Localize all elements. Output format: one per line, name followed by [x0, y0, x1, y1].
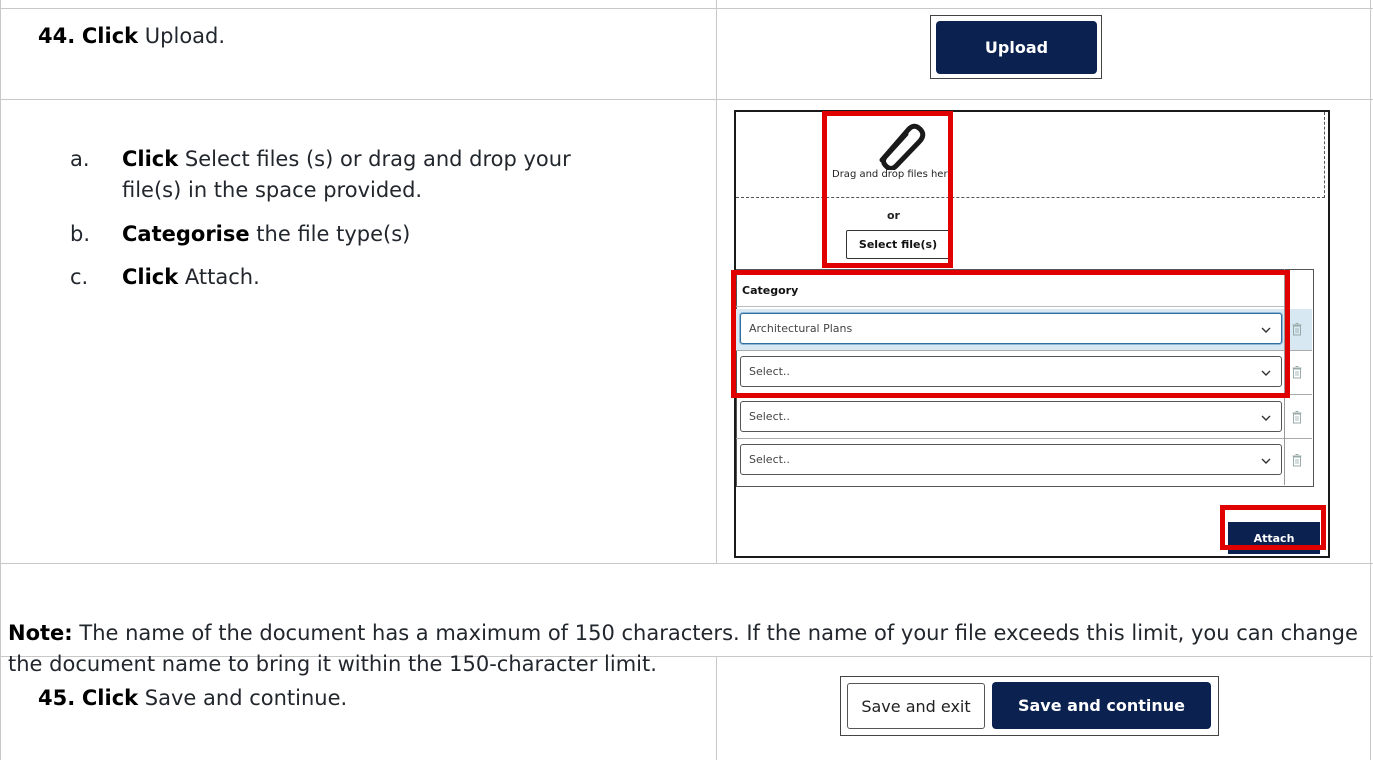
upload-screenshot: Upload [930, 15, 1102, 79]
or-text: or [887, 209, 900, 222]
table-rule [0, 8, 1373, 9]
category-select-value: Select.. [749, 410, 790, 423]
chevron-down-icon [1260, 452, 1272, 471]
paperclip-icon [868, 120, 928, 174]
chevron-down-icon [1260, 409, 1272, 428]
category-header: Category [742, 284, 799, 297]
save-and-exit-button[interactable]: Save and exit [847, 683, 985, 729]
table-border-right [1370, 0, 1371, 760]
substep-text: Attach. [178, 265, 260, 289]
step-text: Upload. [138, 24, 226, 48]
note-paragraph: Note: The name of the document has a max… [8, 618, 1368, 680]
note-label: Note: [8, 621, 73, 645]
drop-zone[interactable] [736, 112, 1325, 198]
category-row: Select.. [736, 352, 1312, 393]
substep-verb: Click [122, 265, 179, 289]
step-44: 44. Click Upload. [38, 24, 225, 48]
table-border-left [0, 0, 1, 760]
step-verb: Click [81, 686, 139, 710]
row-divider [736, 394, 1312, 395]
step-number: 44. [38, 24, 76, 48]
row-divider [736, 350, 1312, 351]
trash-icon[interactable] [1292, 321, 1302, 340]
column-divider [1284, 269, 1285, 485]
trash-icon[interactable] [1292, 452, 1302, 471]
chevron-down-icon [1260, 321, 1272, 340]
trash-icon[interactable] [1292, 364, 1302, 383]
category-row: Architectural Plans [736, 309, 1312, 350]
substep-text: Select files (s) or drag and drop your [178, 147, 571, 171]
select-files-button[interactable]: Select file(s) [846, 230, 950, 259]
step-45: 45. Click Save and continue. [38, 686, 347, 710]
step-verb: Click [81, 24, 139, 48]
substep-verb: Click [122, 147, 179, 171]
category-row: Select.. [736, 440, 1312, 481]
row-divider [736, 438, 1312, 439]
save-buttons-screenshot: Save and exit Save and continue [840, 676, 1219, 736]
upload-button[interactable]: Upload [936, 21, 1097, 74]
category-select-value: Select.. [749, 365, 790, 378]
save-and-continue-button[interactable]: Save and continue [992, 682, 1211, 729]
substep-letter: a. [70, 147, 90, 171]
category-select[interactable]: Architectural Plans [740, 313, 1282, 344]
step-number: 45. [38, 686, 76, 710]
substep-letter: b. [70, 222, 91, 246]
category-row: Select.. [736, 397, 1312, 438]
file-upload-panel: Drag and drop files here or Select file(… [734, 110, 1330, 558]
trash-icon[interactable] [1292, 409, 1302, 428]
substep-text: file(s) in the space provided. [122, 178, 423, 202]
drop-zone-text: Drag and drop files here [832, 169, 954, 180]
substep-letter: c. [70, 265, 89, 289]
attach-button[interactable]: Attach [1228, 522, 1320, 554]
category-select[interactable]: Select.. [740, 444, 1282, 475]
category-select[interactable]: Select.. [740, 356, 1282, 387]
header-divider [736, 306, 1284, 307]
category-select[interactable]: Select.. [740, 401, 1282, 432]
category-select-value: Select.. [749, 453, 790, 466]
substep-verb: Categorise [122, 222, 250, 246]
table-rule [0, 99, 1373, 100]
note-text: The name of the document has a maximum o… [8, 621, 1358, 676]
chevron-down-icon [1260, 364, 1272, 383]
category-select-value: Architectural Plans [749, 322, 853, 335]
table-rule [0, 563, 1373, 564]
substep-text: the file type(s) [249, 222, 411, 246]
step-text: Save and continue. [138, 686, 348, 710]
table-divider [716, 0, 717, 563]
